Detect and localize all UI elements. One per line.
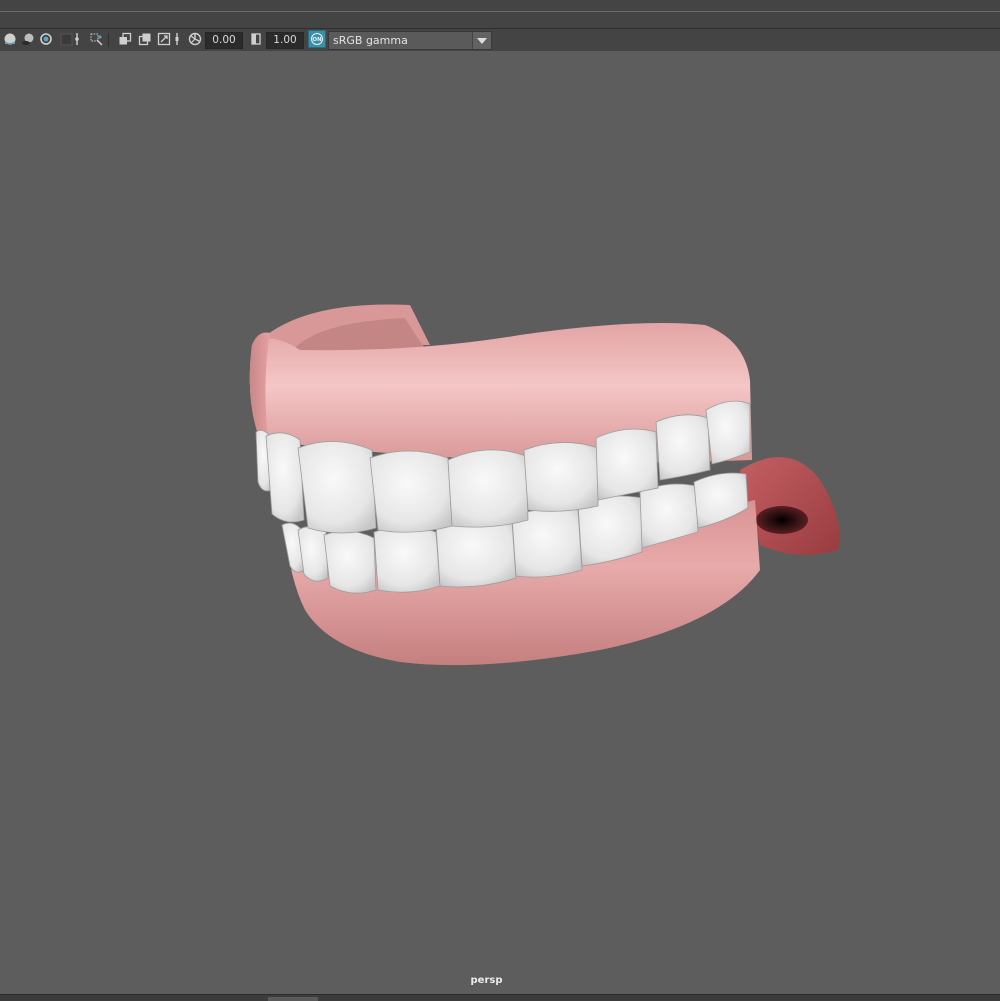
gamma-field[interactable]: 1.00 xyxy=(266,32,304,49)
color-management-badge: ON xyxy=(312,37,322,43)
exposure-field[interactable]: 0.00 xyxy=(205,32,243,49)
color-space-label: sRGB gamma xyxy=(333,34,408,47)
shadows-icon[interactable] xyxy=(20,31,36,47)
lighting-icon[interactable] xyxy=(2,31,18,47)
gamma-icon[interactable] xyxy=(248,31,264,47)
xray-active-icon[interactable] xyxy=(172,31,182,47)
exposure-icon[interactable] xyxy=(187,31,203,47)
isolate-select-icon[interactable] xyxy=(117,31,133,47)
camera-label: persp xyxy=(470,975,503,986)
3d-viewport[interactable] xyxy=(0,51,1000,994)
toolbar-separator xyxy=(108,33,109,47)
bottom-tab[interactable] xyxy=(268,997,318,1001)
color-management-icon[interactable]: ON xyxy=(308,30,326,48)
anti-alias-icon[interactable] xyxy=(72,31,82,47)
denture-model xyxy=(249,304,840,666)
xray-icon[interactable] xyxy=(137,31,153,47)
viewport-toolbar: 0.00 1.00 ON sRGB gamma xyxy=(0,29,1000,52)
color-space-dropdown[interactable]: sRGB gamma xyxy=(328,31,492,50)
menu-divider xyxy=(0,11,1000,12)
ambient-occlusion-icon[interactable] xyxy=(38,31,54,47)
menu-strip xyxy=(0,0,1000,29)
chevron-down-icon[interactable] xyxy=(472,32,491,49)
xray-joints-icon[interactable] xyxy=(156,31,172,47)
depth-of-field-icon[interactable] xyxy=(88,31,104,47)
